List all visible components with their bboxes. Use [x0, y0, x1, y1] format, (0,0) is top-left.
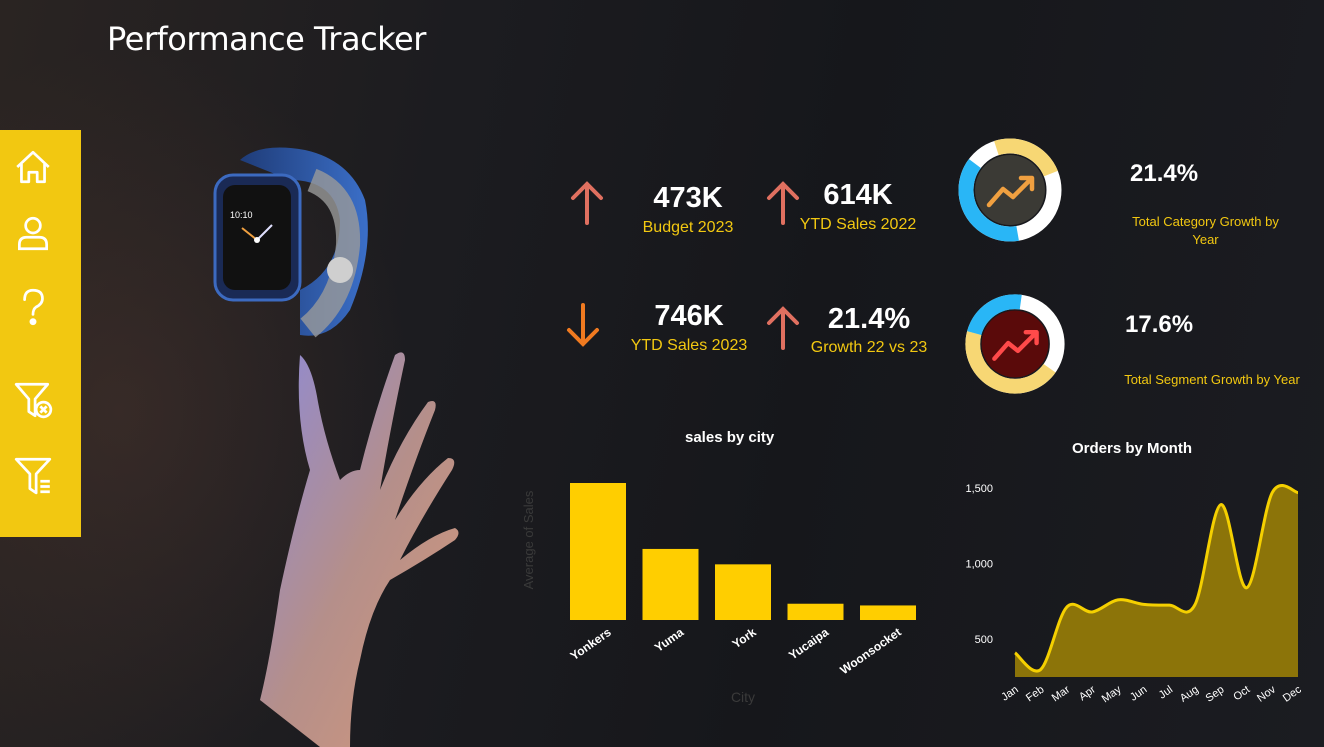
x-tick-label: Aug	[1178, 684, 1201, 705]
x-tick-label: Yonkers	[568, 625, 614, 663]
segment-growth-label: Total Segment Growth by Year	[1124, 372, 1300, 387]
x-tick-label: Sep	[1204, 684, 1227, 705]
clear-filter-icon[interactable]	[10, 376, 56, 422]
bar-yuma[interactable]	[642, 548, 699, 620]
bar-woonsocket[interactable]	[860, 605, 916, 620]
x-tick-label: Woonsocket	[837, 625, 903, 677]
page-title: Performance Tracker	[107, 20, 426, 58]
x-tick-label: Jul	[1157, 684, 1175, 702]
x-tick-label: Nov	[1255, 683, 1278, 704]
x-tick-label: Jun	[1128, 684, 1149, 704]
x-tick-label: May	[1100, 683, 1124, 705]
orders-by-month-chart: 500 1,000 1,500 Jan Feb Mar Apr May Jun Jul Aug Sep…	[965, 483, 1304, 705]
x-tick-label: Dec	[1281, 683, 1304, 704]
kpi-ytd-sales-2023-label: YTD Sales 2023	[630, 337, 748, 354]
bar-yucaipa[interactable]	[787, 603, 844, 620]
y-tick-label: 1,500	[965, 483, 993, 495]
y-tick-label: 500	[975, 634, 993, 646]
kpi-budget-2023-label: Budget 2023	[642, 219, 734, 236]
sales-by-city-title: sales by city	[685, 429, 775, 446]
kpi-budget-2023-value: 473K	[653, 182, 723, 214]
category-growth-label-line1: Total Category Growth by	[1132, 214, 1279, 229]
kpi-growth-label: Growth 22 vs 23	[810, 339, 928, 356]
filter-icon[interactable]	[10, 452, 56, 498]
x-tick-label: Jan	[999, 684, 1020, 704]
help-icon[interactable]	[10, 284, 56, 330]
orders-by-month-title: Orders by Month	[1072, 440, 1193, 457]
x-tick-label: Yuma	[652, 625, 687, 655]
bar-york[interactable]	[715, 564, 771, 620]
category-growth-label-line2: Year	[1192, 232, 1219, 247]
bar-yonkers[interactable]	[570, 483, 626, 620]
orders-area-fill	[1015, 485, 1298, 677]
category-growth-value: 21.4%	[1130, 160, 1199, 187]
x-tick-label: York	[730, 625, 759, 651]
x-tick-label: Yucaipa	[786, 625, 831, 663]
sales-by-city-chart: Average of Sales City Yonkers Yuma York Yuc…	[521, 483, 916, 705]
hero-watch-hand-image: 10:10	[213, 147, 459, 747]
x-tick-label: Apr	[1077, 683, 1098, 703]
y-axis-label: Average of Sales	[521, 490, 536, 589]
svg-text:10:10: 10:10	[230, 210, 253, 220]
kpi-growth-value: 21.4%	[827, 303, 911, 335]
user-icon[interactable]	[10, 210, 56, 256]
x-tick-label: Feb	[1024, 684, 1046, 705]
y-tick-label: 1,000	[965, 559, 993, 571]
trend-down-arrow-icon	[567, 303, 599, 347]
home-icon[interactable]	[10, 144, 56, 190]
sidebar	[0, 130, 81, 537]
category-growth-donut	[958, 138, 1062, 242]
x-tick-label: Mar	[1050, 683, 1073, 704]
kpi-ytd-sales-2022-value: 614K	[823, 179, 893, 211]
category-growth-label: Total Category Growth by Year	[1118, 213, 1293, 249]
segment-growth-donut	[965, 294, 1065, 394]
x-axis-label: City	[731, 689, 755, 705]
x-tick-label: Oct	[1231, 684, 1252, 704]
kpi-ytd-sales-2023-value: 746K	[654, 300, 724, 332]
kpi-ytd-sales-2022-label: YTD Sales 2022	[799, 216, 917, 233]
segment-growth-value: 17.6%	[1125, 311, 1194, 338]
